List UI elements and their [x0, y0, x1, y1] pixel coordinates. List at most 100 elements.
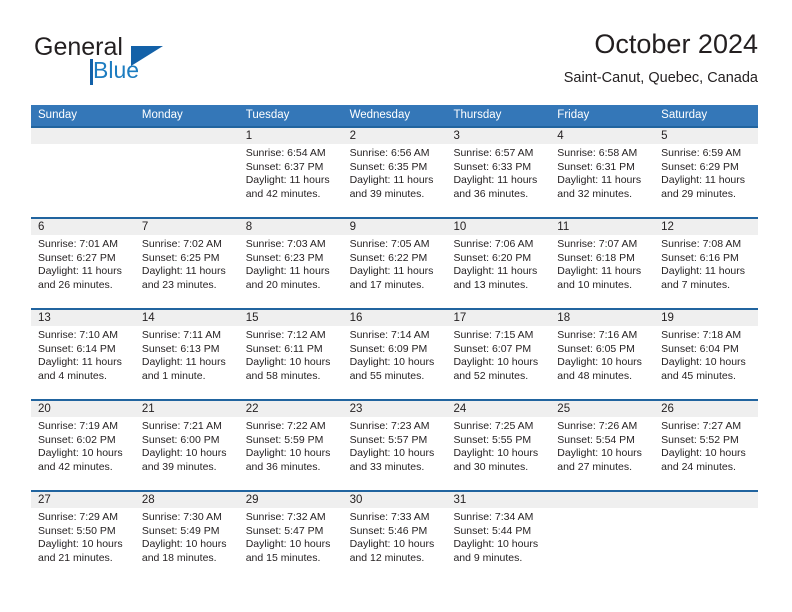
day-cell-27[interactable]: 27 Sunrise: 7:29 AM Sunset: 5:50 PM Dayligh…: [31, 492, 135, 581]
day-number: 8: [238, 219, 343, 235]
day-details: [550, 508, 654, 511]
day-number: 24: [446, 401, 551, 417]
day-detail-line: Daylight: 10 hours: [661, 356, 746, 369]
title-block: October 2024 Saint-Canut, Quebec, Canada: [564, 28, 758, 89]
day-cell-11[interactable]: 11 Sunrise: 7:07 AM Sunset: 6:18 PM Dayligh…: [550, 219, 655, 308]
day-cell-12[interactable]: 12 Sunrise: 7:08 AM Sunset: 6:16 PM Dayligh…: [654, 219, 759, 308]
day-detail-line: Daylight: 10 hours: [557, 447, 642, 460]
day-details: Sunrise: 7:22 AM Sunset: 5:59 PM Daylight:…: [239, 417, 343, 474]
day-detail-line: and 24 minutes.: [661, 460, 736, 473]
day-cell-17[interactable]: 17 Sunrise: 7:15 AM Sunset: 6:07 PM Dayligh…: [446, 310, 551, 399]
weekday-header-thursday: Thursday: [453, 109, 502, 121]
day-cell-1[interactable]: 1 Sunrise: 6:54 AM Sunset: 6:37 PM Daylight…: [238, 128, 343, 217]
day-detail-line: Sunrise: 7:05 AM: [349, 238, 430, 250]
day-cell-8[interactable]: 8 Sunrise: 7:03 AM Sunset: 6:23 PM Daylight…: [238, 219, 343, 308]
day-cell-9[interactable]: 9 Sunrise: 7:05 AM Sunset: 6:22 PM Daylight…: [342, 219, 447, 308]
day-cell-26[interactable]: 26 Sunrise: 7:27 AM Sunset: 5:52 PM Dayligh…: [654, 401, 759, 490]
day-detail-line: Sunset: 6:25 PM: [141, 251, 220, 264]
day-cell-21[interactable]: 21 Sunrise: 7:21 AM Sunset: 6:00 PM Dayligh…: [134, 401, 239, 490]
day-cell-20[interactable]: 20 Sunrise: 7:19 AM Sunset: 6:02 PM Dayligh…: [31, 401, 135, 490]
day-cell-7[interactable]: 7 Sunrise: 7:02 AM Sunset: 6:25 PM Daylight…: [134, 219, 239, 308]
day-detail-line: and 26 minutes.: [38, 278, 113, 291]
day-detail-line: and 9 minutes.: [453, 551, 523, 564]
day-cell-empty: [654, 492, 759, 581]
day-detail-line: and 42 minutes.: [245, 187, 321, 200]
day-cell-6[interactable]: 6 Sunrise: 7:01 AM Sunset: 6:27 PM Daylight…: [31, 219, 135, 308]
day-detail-line: Daylight: 11 hours: [349, 265, 434, 278]
day-detail-line: Daylight: 10 hours: [349, 356, 435, 369]
page-subtitle: Saint-Canut, Quebec, Canada: [563, 70, 758, 86]
day-detail-line: Sunset: 6:37 PM: [245, 160, 324, 173]
day-detail-line: Sunrise: 7:10 AM: [38, 329, 118, 341]
day-detail-line: Daylight: 10 hours: [245, 447, 331, 460]
day-number: [134, 128, 239, 144]
day-cell-19[interactable]: 19 Sunrise: 7:18 AM Sunset: 6:04 PM Dayligh…: [654, 310, 759, 399]
day-detail-line: and 29 minutes.: [661, 187, 736, 200]
day-detail-line: Sunset: 6:33 PM: [453, 160, 532, 173]
day-detail-line: and 36 minutes.: [245, 460, 321, 473]
day-cell-15[interactable]: 15 Sunrise: 7:12 AM Sunset: 6:11 PM Dayligh…: [238, 310, 343, 399]
day-cell-22[interactable]: 22 Sunrise: 7:22 AM Sunset: 5:59 PM Dayligh…: [238, 401, 343, 490]
day-detail-line: and 4 minutes.: [38, 369, 107, 382]
day-detail-line: Daylight: 10 hours: [453, 447, 539, 460]
day-details: Sunrise: 6:56 AM Sunset: 6:35 PM Daylight:…: [343, 144, 447, 201]
day-cell-4[interactable]: 4 Sunrise: 6:58 AM Sunset: 6:31 PM Daylight…: [550, 128, 655, 217]
day-detail-line: Sunrise: 7:30 AM: [141, 511, 222, 523]
day-detail-line: Daylight: 10 hours: [245, 538, 331, 551]
day-detail-line: Sunrise: 7:02 AM: [141, 238, 222, 250]
day-detail-line: Sunset: 6:20 PM: [453, 251, 532, 264]
day-detail-line: and 39 minutes.: [349, 187, 425, 200]
day-cell-18[interactable]: 18 Sunrise: 7:16 AM Sunset: 6:05 PM Dayligh…: [550, 310, 655, 399]
day-detail-line: Sunrise: 7:03 AM: [245, 238, 326, 250]
day-details: Sunrise: 7:10 AM Sunset: 6:14 PM Daylight:…: [31, 326, 135, 383]
day-detail-line: and 10 minutes.: [557, 278, 633, 291]
day-number: 26: [654, 401, 759, 417]
day-detail-line: and 18 minutes.: [141, 551, 217, 564]
day-cell-13[interactable]: 13 Sunrise: 7:10 AM Sunset: 6:14 PM Dayligh…: [31, 310, 135, 399]
calendar-week-row: 6 Sunrise: 7:01 AM Sunset: 6:27 PM Daylight…: [31, 217, 759, 308]
day-details: [654, 508, 758, 511]
day-number: 13: [31, 310, 135, 326]
day-number: 30: [342, 492, 447, 508]
day-cell-25[interactable]: 25 Sunrise: 7:26 AM Sunset: 5:54 PM Dayligh…: [550, 401, 655, 490]
day-cell-30[interactable]: 30 Sunrise: 7:33 AM Sunset: 5:46 PM Dayligh…: [342, 492, 447, 581]
day-cell-10[interactable]: 10 Sunrise: 7:06 AM Sunset: 6:20 PM Dayligh…: [446, 219, 551, 308]
weekday-header-friday: Friday: [557, 109, 590, 121]
day-detail-line: Sunrise: 7:25 AM: [453, 420, 534, 432]
day-details: Sunrise: 7:32 AM Sunset: 5:47 PM Daylight:…: [239, 508, 343, 565]
day-detail-line: Sunrise: 7:07 AM: [557, 238, 638, 250]
day-cell-28[interactable]: 28 Sunrise: 7:30 AM Sunset: 5:49 PM Dayligh…: [134, 492, 239, 581]
day-number: 10: [446, 219, 551, 235]
day-detail-line: Sunrise: 6:57 AM: [453, 147, 534, 159]
day-detail-line: Daylight: 11 hours: [141, 356, 226, 369]
day-cell-24[interactable]: 24 Sunrise: 7:25 AM Sunset: 5:55 PM Dayligh…: [446, 401, 551, 490]
day-cell-29[interactable]: 29 Sunrise: 7:32 AM Sunset: 5:47 PM Dayligh…: [238, 492, 343, 581]
day-number: [550, 492, 655, 508]
day-detail-line: and 48 minutes.: [557, 369, 633, 382]
day-cell-5[interactable]: 5 Sunrise: 6:59 AM Sunset: 6:29 PM Daylight…: [654, 128, 759, 217]
weekday-header-saturday: Saturday: [661, 109, 708, 121]
day-detail-line: Sunrise: 6:54 AM: [245, 147, 326, 159]
day-detail-line: and 12 minutes.: [349, 551, 425, 564]
day-cell-23[interactable]: 23 Sunrise: 7:23 AM Sunset: 5:57 PM Dayligh…: [342, 401, 447, 490]
day-detail-line: Sunrise: 7:23 AM: [349, 420, 430, 432]
day-cell-16[interactable]: 16 Sunrise: 7:14 AM Sunset: 6:09 PM Dayligh…: [342, 310, 447, 399]
day-cell-3[interactable]: 3 Sunrise: 6:57 AM Sunset: 6:33 PM Daylight…: [446, 128, 551, 217]
day-number: 6: [31, 219, 135, 235]
day-cell-31[interactable]: 31 Sunrise: 7:34 AM Sunset: 5:44 PM Dayligh…: [446, 492, 551, 581]
brand-logo[interactable]: General Blue: [34, 32, 214, 90]
day-detail-line: Daylight: 10 hours: [349, 447, 435, 460]
day-detail-line: Sunrise: 7:21 AM: [141, 420, 222, 432]
day-cell-2[interactable]: 2 Sunrise: 6:56 AM Sunset: 6:35 PM Daylight…: [342, 128, 447, 217]
day-detail-line: Daylight: 11 hours: [141, 265, 226, 278]
day-detail-line: and 33 minutes.: [349, 460, 425, 473]
day-details: Sunrise: 7:06 AM Sunset: 6:20 PM Daylight:…: [446, 235, 550, 292]
day-detail-line: Sunset: 6:13 PM: [141, 342, 220, 355]
day-cell-14[interactable]: 14 Sunrise: 7:11 AM Sunset: 6:13 PM Dayligh…: [134, 310, 239, 399]
day-detail-line: Sunset: 6:07 PM: [453, 342, 532, 355]
day-details: Sunrise: 7:01 AM Sunset: 6:27 PM Daylight:…: [31, 235, 135, 292]
day-detail-line: and 7 minutes.: [661, 278, 731, 291]
day-details: Sunrise: 6:58 AM Sunset: 6:31 PM Daylight:…: [550, 144, 654, 201]
day-detail-line: Daylight: 10 hours: [245, 356, 331, 369]
day-number: 5: [654, 128, 759, 144]
